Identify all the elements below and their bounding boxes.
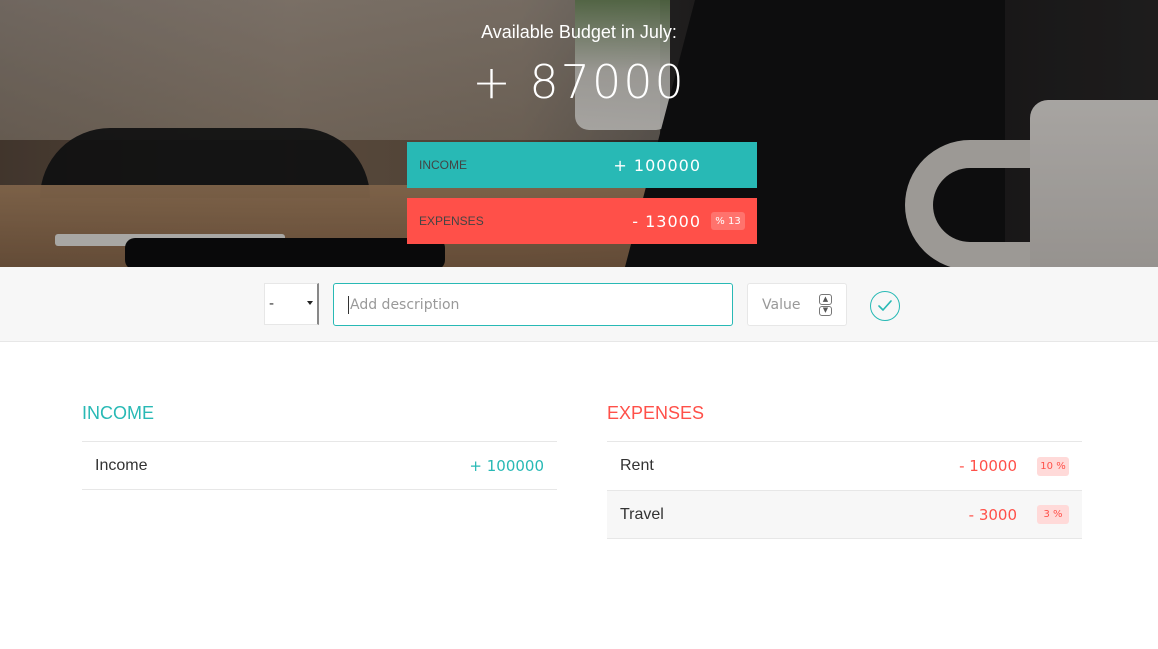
expenses-list: Expenses Rent - 10000 10 % Travel - 3000…	[607, 403, 1082, 539]
expense-item-value: - 10000	[959, 457, 1017, 475]
value-stepper[interactable]: ▲ ▼	[819, 294, 832, 316]
value-input[interactable]: Value ▲ ▼	[747, 283, 847, 326]
expense-item-value: - 3000	[968, 505, 1017, 524]
income-list-title: Income	[82, 403, 154, 423]
expense-item-percentage: 10 %	[1037, 456, 1069, 476]
stepper-down-icon[interactable]: ▼	[819, 305, 832, 316]
budget-income-value: + 100000	[613, 155, 701, 175]
check-circle-icon	[878, 300, 892, 311]
expense-item-description: Rent	[620, 457, 654, 474]
budget-expenses-value: - 13000	[632, 211, 701, 231]
expense-item[interactable]: Travel - 3000 3 %	[607, 490, 1082, 539]
description-input[interactable]: Add description	[333, 283, 733, 326]
stepper-up-icon[interactable]: ▲	[819, 294, 832, 305]
income-list: Income Income + 100000	[82, 403, 557, 490]
budget-value: + 87000	[472, 55, 686, 109]
budget-income-label: Income	[419, 158, 467, 172]
add-item-bar: - Add description Value ▲ ▼	[0, 267, 1158, 342]
value-placeholder: Value	[762, 296, 801, 313]
type-select-value: -	[269, 296, 275, 312]
income-item-description: Income	[95, 456, 148, 474]
add-button[interactable]	[870, 291, 900, 321]
expense-item[interactable]: Rent - 10000 10 %	[607, 441, 1082, 490]
expenses-list-title: Expenses	[607, 403, 705, 423]
budget-expenses-box: Expenses - 13000 % 13	[407, 198, 757, 244]
expense-item-description: Travel	[620, 505, 664, 523]
budget-title: Available Budget in July:	[481, 22, 677, 42]
income-item[interactable]: Income + 100000	[82, 441, 557, 490]
budget-expenses-label: Expenses	[419, 214, 484, 228]
income-item-value: + 100000	[469, 456, 544, 475]
budget-income-box: Income + 100000	[407, 142, 757, 188]
text-cursor	[348, 295, 349, 314]
description-placeholder: Add description	[350, 296, 460, 313]
chevron-down-icon	[307, 301, 313, 305]
type-select[interactable]: -	[264, 283, 319, 325]
budget-expenses-percentage: % 13	[711, 212, 745, 230]
budget-header: Available Budget in July: + 87000 Income…	[0, 0, 1158, 267]
expense-item-percentage: 3 %	[1037, 505, 1069, 524]
budget-summary: Available Budget in July: + 87000	[0, 0, 1158, 109]
